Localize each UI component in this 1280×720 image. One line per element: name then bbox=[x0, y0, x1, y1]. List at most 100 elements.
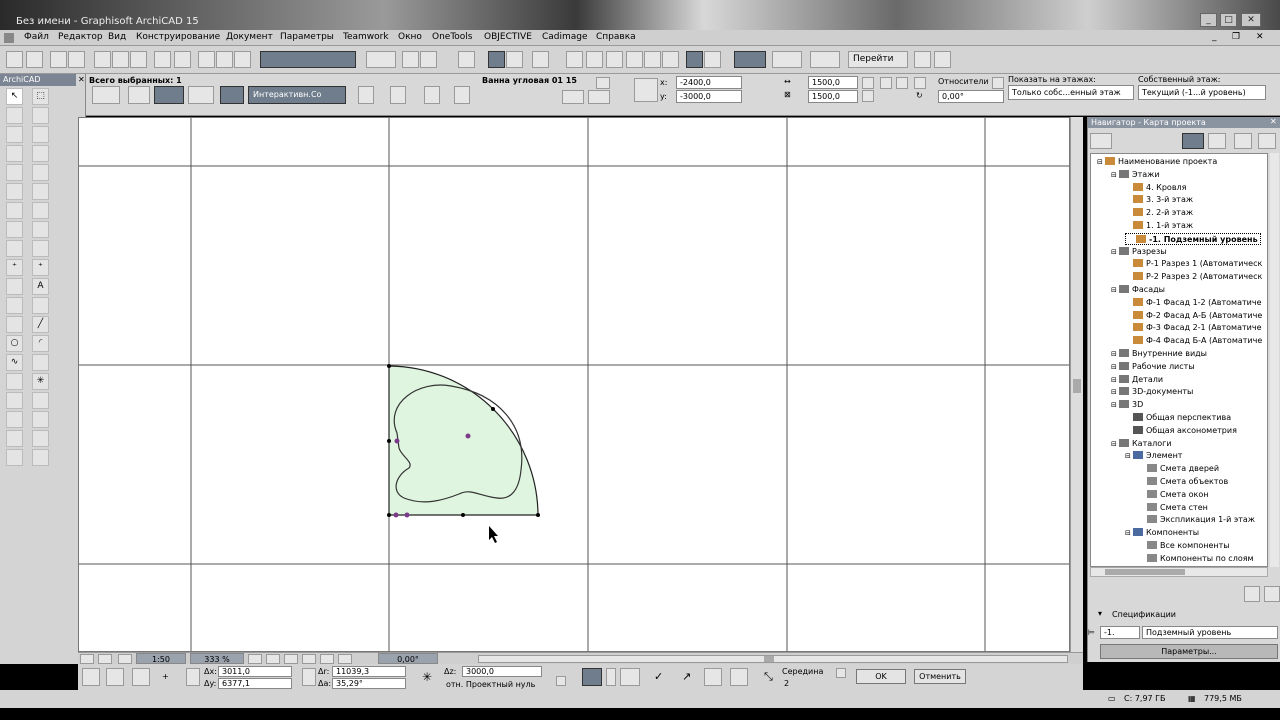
syringe-icon[interactable] bbox=[234, 51, 251, 68]
arrow-tool-icon[interactable]: ↖ bbox=[6, 88, 23, 105]
stair-tool-icon[interactable] bbox=[6, 202, 23, 219]
paste-icon[interactable] bbox=[130, 51, 147, 68]
tree-item[interactable]: Компоненты по слоям bbox=[1139, 553, 1254, 565]
standard-snap-icon[interactable] bbox=[582, 668, 602, 686]
project-map-icon[interactable] bbox=[1182, 133, 1204, 149]
tree-item[interactable]: ⊟ Разрезы bbox=[1111, 246, 1167, 258]
offset-icon[interactable] bbox=[586, 51, 603, 68]
dr-field[interactable]: 11039,3 bbox=[332, 666, 406, 677]
zone-tool-icon[interactable] bbox=[6, 240, 23, 257]
menu-teamwork[interactable]: Teamwork bbox=[343, 32, 389, 42]
spline-tool-icon[interactable]: ∿ bbox=[6, 354, 23, 371]
zoom-fit-icon[interactable] bbox=[118, 654, 132, 664]
snap-guides-icon[interactable] bbox=[132, 668, 150, 686]
y-coordinate-field[interactable]: -3000,0 bbox=[676, 90, 742, 103]
dimension-tool-icon[interactable]: ⁺ bbox=[6, 259, 23, 276]
group-icon[interactable] bbox=[420, 51, 437, 68]
dz-field[interactable]: 3000,0 bbox=[462, 666, 542, 677]
tree-item[interactable]: Ф-2 Фасад А-Б (Автоматиче bbox=[1125, 310, 1262, 322]
mirror-button[interactable] bbox=[220, 86, 244, 104]
lamp-tool-icon[interactable] bbox=[32, 164, 49, 181]
reference-dropdown-icon[interactable] bbox=[556, 676, 566, 686]
scale-field[interactable]: 1:50 bbox=[136, 653, 186, 664]
lock-height-icon[interactable] bbox=[862, 90, 874, 102]
zone-stamp-tool-icon[interactable] bbox=[32, 297, 49, 314]
mirror-x-icon[interactable] bbox=[880, 77, 892, 89]
floor-plan-canvas[interactable] bbox=[78, 117, 1070, 652]
grid-snap-icon[interactable] bbox=[506, 51, 523, 68]
cross-snap-icon[interactable] bbox=[532, 51, 549, 68]
copy-icon[interactable] bbox=[112, 51, 129, 68]
tree-item[interactable]: ⊟ 3D-документы bbox=[1111, 386, 1193, 398]
tree-item[interactable]: 1. 1-й этаж bbox=[1125, 220, 1193, 232]
drawing-tool-icon[interactable] bbox=[6, 373, 23, 390]
tree-item[interactable]: ⊟ Компоненты bbox=[1125, 527, 1199, 539]
layer-icon[interactable] bbox=[458, 51, 475, 68]
tree-item[interactable]: Ф-3 Фасад 2-1 (Автоматиче bbox=[1125, 322, 1262, 334]
detail-tool-icon[interactable] bbox=[6, 430, 23, 447]
fill-tool-icon[interactable] bbox=[6, 316, 23, 333]
tree-item[interactable]: ⊟ Этажи bbox=[1111, 169, 1160, 181]
spec-id-field[interactable]: -1. bbox=[1100, 626, 1140, 639]
tree-expander-icon[interactable]: ⊟ bbox=[1111, 246, 1119, 258]
snap-settings-icon[interactable] bbox=[836, 668, 846, 678]
tree-item[interactable]: Ф-1 Фасад 1-2 (Автоматиче bbox=[1125, 297, 1262, 309]
tree-item[interactable]: Р-1 Разрез 1 (Автоматическ bbox=[1125, 258, 1262, 270]
spec-collapse-icon[interactable]: ▾ bbox=[1098, 609, 1102, 618]
tree-expander-icon[interactable]: ⊟ bbox=[1111, 438, 1119, 450]
undo-icon[interactable] bbox=[154, 51, 171, 68]
guide-icon[interactable] bbox=[566, 51, 583, 68]
arrow-icon[interactable]: ↗ bbox=[682, 670, 691, 683]
minimize-button[interactable]: _ bbox=[1200, 13, 1217, 27]
view-mode-button[interactable] bbox=[734, 51, 766, 68]
dy-field[interactable]: 6377,1 bbox=[218, 678, 292, 689]
tree-item[interactable]: ⊟ Внутренние виды bbox=[1111, 348, 1207, 360]
tree-item[interactable]: ⊟ 3D bbox=[1111, 399, 1143, 411]
width-field[interactable]: 1500,0 bbox=[808, 76, 858, 89]
lock-icon[interactable] bbox=[186, 668, 200, 686]
morph-tool-icon[interactable] bbox=[32, 221, 49, 238]
vscroll-thumb[interactable] bbox=[1073, 379, 1081, 393]
tree-item[interactable]: ⊟ Рабочие листы bbox=[1111, 361, 1195, 373]
menu-help[interactable]: Справка bbox=[596, 32, 636, 42]
cancel-button[interactable]: Отменить bbox=[914, 669, 966, 684]
interactive-schedule-button[interactable]: Интерактивн.Со bbox=[248, 86, 346, 104]
tree-expander-icon[interactable]: ⊟ bbox=[1111, 284, 1119, 296]
house-icon[interactable] bbox=[662, 51, 679, 68]
clone-view-icon[interactable] bbox=[1264, 586, 1280, 602]
tree-hscroll-thumb[interactable] bbox=[1105, 569, 1185, 575]
orient-icon[interactable] bbox=[338, 654, 352, 664]
text-tool-icon[interactable]: A bbox=[32, 278, 49, 295]
tree-item[interactable]: 3. 3-й этаж bbox=[1125, 194, 1193, 206]
lock-width-icon[interactable] bbox=[862, 77, 874, 89]
prev-object-button[interactable] bbox=[562, 90, 584, 104]
radial-dim-tool-icon[interactable] bbox=[6, 278, 23, 295]
tree-item[interactable]: Р-2 Разрез 2 (Автоматическ bbox=[1125, 271, 1262, 283]
circle-tool-icon[interactable]: ○ bbox=[6, 335, 23, 352]
find-select-icon[interactable] bbox=[198, 51, 215, 68]
mesh-tool-icon[interactable] bbox=[32, 202, 49, 219]
tree-expander-icon[interactable]: ⊟ bbox=[1097, 156, 1105, 168]
show-floors-select[interactable]: Только собс...енный этаж bbox=[1008, 85, 1134, 100]
render-dropdown[interactable] bbox=[772, 51, 802, 68]
camera-tool-icon[interactable] bbox=[32, 430, 49, 447]
tree-item[interactable]: Смета стен bbox=[1139, 502, 1208, 514]
object-settings-icon[interactable] bbox=[596, 77, 610, 89]
level-dim-tool-icon[interactable]: ⁺ bbox=[32, 259, 49, 276]
door-tool-icon[interactable] bbox=[32, 145, 49, 162]
toolbox-close-icon[interactable]: ✕ bbox=[78, 75, 85, 84]
explode-icon[interactable] bbox=[644, 51, 661, 68]
redo-icon[interactable] bbox=[174, 51, 191, 68]
pen-set-dropdown[interactable] bbox=[366, 51, 396, 68]
curtain-wall-tool-icon[interactable] bbox=[6, 221, 23, 238]
layout-book-icon[interactable] bbox=[1234, 133, 1252, 149]
column-tool-icon[interactable] bbox=[32, 107, 49, 124]
goto-dropdown[interactable]: Перейти bbox=[848, 51, 908, 68]
angle-view-field[interactable]: 0,00° bbox=[378, 653, 438, 664]
cube4-icon[interactable] bbox=[454, 86, 470, 104]
hscroll-thumb[interactable] bbox=[764, 656, 774, 662]
menu-cadimage[interactable]: Cadimage bbox=[542, 32, 588, 42]
cut-icon[interactable] bbox=[94, 51, 111, 68]
menu-view[interactable]: Вид bbox=[108, 32, 126, 42]
app-menu-icon[interactable] bbox=[4, 33, 14, 43]
